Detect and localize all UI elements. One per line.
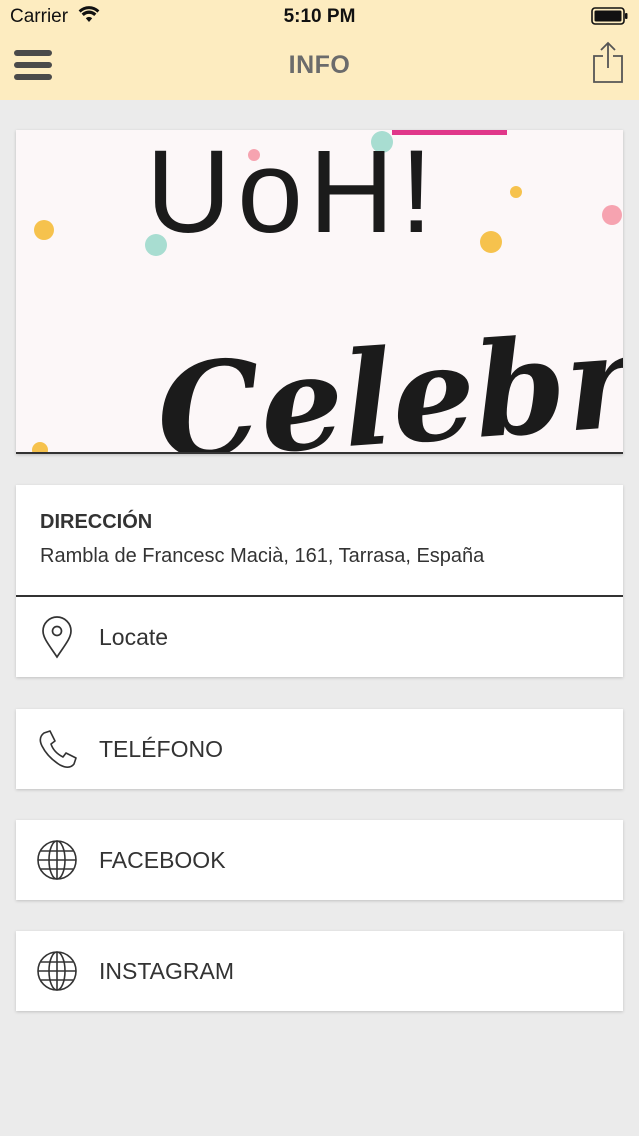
address-value: Rambla de Francesc Macià, 161, Tarrasa, … [40,545,485,567]
hero-text-top: UoH! [146,130,439,258]
address-card: DIRECCIÓN Rambla de Francesc Macià, 161,… [16,485,623,677]
facebook-row[interactable]: FACEBOOK [16,820,623,900]
nav-bar: INFO [0,34,639,100]
globe-icon [36,838,78,882]
phone-label: TELÉFONO [99,736,223,762]
facebook-label: FACEBOOK [99,847,226,873]
phone-row[interactable]: TELÉFONO [16,709,623,789]
share-icon[interactable] [591,40,625,89]
phone-icon [36,727,78,771]
battery-icon [591,7,629,31]
instagram-row[interactable]: INSTAGRAM [16,931,623,1011]
status-bar: Carrier 5:10 PM [0,0,639,34]
globe-icon [36,949,78,993]
status-time: 5:10 PM [283,6,356,27]
location-pin-icon [36,615,78,659]
top-bar: Carrier 5:10 PM INFO [0,0,639,100]
locate-label: Locate [99,624,169,650]
locate-row[interactable]: Locate [16,597,623,677]
hero-image: UoH! Celebra [16,130,623,454]
page-title: INFO [288,51,351,79]
address-label: DIRECCIÓN [40,511,153,533]
instagram-label: INSTAGRAM [99,958,235,984]
